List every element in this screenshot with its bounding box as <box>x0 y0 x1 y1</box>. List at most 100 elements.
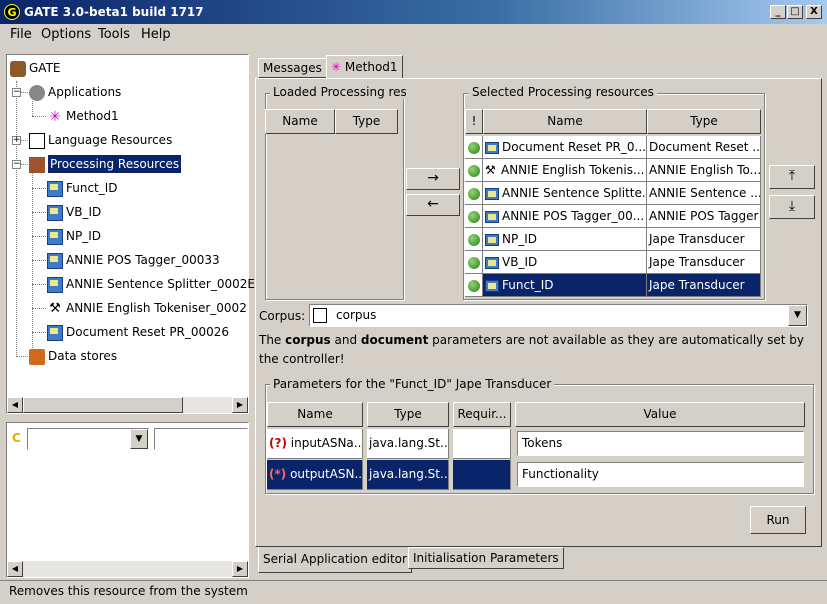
table-row[interactable]: NP_ID <box>483 228 647 251</box>
minimize-button[interactable]: _ <box>770 5 786 19</box>
tab-messages[interactable]: Messages <box>258 58 327 78</box>
transducer-icon <box>47 276 63 293</box>
close-button[interactable]: X <box>806 5 822 19</box>
tree-pr-item[interactable]: ANNIE POS Tagger_00033 <box>47 250 220 270</box>
table-row[interactable]: Funct_ID <box>483 274 647 297</box>
scroll-thumb[interactable] <box>23 397 183 413</box>
params-col-required[interactable]: Requir... <box>453 402 511 427</box>
add-resource-button[interactable]: → <box>406 168 460 190</box>
pr-type-cell: ANNIE English To... <box>647 159 761 182</box>
tree-pr-item[interactable]: ANNIE Sentence Splitter_0002E <box>47 274 255 294</box>
resource-tree[interactable]: GATE − Applications ✳ Method1 + Language … <box>6 54 255 414</box>
status-bar: Removes this resource from the system <box>0 580 827 604</box>
param-required-cell <box>453 460 511 490</box>
scroll-right-icon[interactable]: ▶ <box>232 397 248 413</box>
tree-processing-resources[interactable]: Processing Resources <box>29 154 182 174</box>
table-row[interactable]: (*) outputASN... <box>267 460 363 490</box>
expander-processing-resources[interactable]: − <box>12 160 21 169</box>
chevron-down-icon[interactable]: ▼ <box>788 305 807 326</box>
run-button[interactable]: Run <box>750 506 806 534</box>
c-label: C <box>12 431 21 445</box>
tree-pr-item[interactable]: Funct_ID <box>47 178 118 198</box>
tab-initialisation-parameters[interactable]: Initialisation Parameters <box>408 547 564 569</box>
transducer-icon <box>485 141 499 154</box>
param-value-input[interactable]: Tokens <box>517 431 804 456</box>
remove-resource-button[interactable]: ← <box>406 194 460 216</box>
tree-language-resources[interactable]: Language Resources <box>29 130 172 150</box>
tree-data-stores[interactable]: Data stores <box>29 346 117 366</box>
transducer-icon <box>485 210 499 223</box>
annotation-horizontal-scrollbar[interactable]: ◀ ▶ <box>7 561 248 577</box>
transducer-icon <box>47 204 63 221</box>
tree-pr-item[interactable]: Document Reset PR_00026 <box>47 322 229 342</box>
status-dot-icon <box>467 233 480 246</box>
tab-method1[interactable]: ✳ Method1 <box>326 55 403 79</box>
table-row[interactable]: Document Reset PR_0... <box>483 136 647 159</box>
menu-options[interactable]: Options <box>39 27 93 42</box>
scroll-left-icon[interactable]: ◀ <box>7 397 23 413</box>
window-title: GATE 3.0-beta1 build 1717 <box>24 5 204 19</box>
loaded-col-name[interactable]: Name <box>265 109 335 134</box>
loaded-col-type[interactable]: Type <box>335 109 398 134</box>
annotation-panel: C ▼ ◀ ▶ <box>6 422 249 578</box>
tree-method1[interactable]: ✳ Method1 <box>47 106 119 126</box>
tree-pr-item[interactable]: NP_ID <box>47 226 101 246</box>
gate-app-icon: G <box>4 4 20 20</box>
menu-bar: File Options Tools Help <box>0 24 827 46</box>
tree-applications[interactable]: Applications <box>29 82 121 102</box>
status-dot-icon <box>467 164 480 177</box>
status-dot-icon <box>467 187 480 200</box>
selected-pr-title: Selected Processing resources <box>469 85 657 99</box>
param-required-icon: (*) <box>269 467 287 481</box>
serial-application-editor: Loaded Processing reso Name Type → ← Sel… <box>255 78 822 547</box>
table-row[interactable]: VB_ID <box>483 251 647 274</box>
selected-col-name[interactable]: Name <box>483 109 647 134</box>
menu-tools[interactable]: Tools <box>96 27 132 42</box>
transducer-icon <box>47 252 63 269</box>
annotation-value-field[interactable] <box>154 428 248 450</box>
annotation-type-select[interactable]: ▼ <box>27 428 149 450</box>
selected-col-flag[interactable]: ! <box>465 109 483 134</box>
menu-help[interactable]: Help <box>139 27 173 42</box>
tree-pr-item[interactable]: ⚒ ANNIE English Tokeniser_0002 <box>47 298 247 318</box>
param-type-cell: java.lang.St... <box>367 460 449 490</box>
corpus-icon <box>313 308 327 323</box>
params-note: The corpus and document parameters are n… <box>259 333 804 366</box>
tree-horizontal-scrollbar[interactable]: ◀ ▶ <box>7 397 248 413</box>
corpus-select[interactable]: corpus ▼ <box>309 304 808 327</box>
selected-col-type[interactable]: Type <box>647 109 761 134</box>
expander-applications[interactable]: − <box>12 88 21 97</box>
param-value-input[interactable]: Functionality <box>517 462 804 487</box>
params-col-value[interactable]: Value <box>515 402 805 427</box>
status-dot-icon <box>467 279 480 292</box>
status-dot-icon <box>467 210 480 223</box>
params-col-name[interactable]: Name <box>267 402 363 427</box>
expander-language-resources[interactable]: + <box>12 136 21 145</box>
tree-root-gate[interactable]: GATE <box>10 58 61 78</box>
scroll-right-icon[interactable]: ▶ <box>232 561 248 577</box>
move-down-button[interactable]: ⤓ <box>769 195 815 219</box>
move-up-button[interactable]: ⤒ <box>769 165 815 189</box>
tab-serial-application-editor[interactable]: Serial Application editor <box>258 547 412 573</box>
table-row[interactable]: ANNIE Sentence Splitte... <box>483 182 647 205</box>
maximize-button[interactable]: □ <box>787 5 803 19</box>
pr-status-cell <box>465 205 483 228</box>
status-dot-icon <box>467 141 480 154</box>
params-col-type[interactable]: Type <box>367 402 449 427</box>
chevron-down-icon[interactable]: ▼ <box>130 429 148 449</box>
param-type-cell: java.lang.St... <box>367 429 449 459</box>
title-bar: G GATE 3.0-beta1 build 1717 _ □ X <box>0 0 827 24</box>
transducer-icon <box>47 228 63 245</box>
pr-status-cell <box>465 274 483 297</box>
table-row[interactable]: ⚒ ANNIE English Tokenis... <box>483 159 647 182</box>
menu-file[interactable]: File <box>8 27 34 42</box>
table-row[interactable]: ANNIE POS Tagger_00... <box>483 205 647 228</box>
transducer-icon <box>485 187 499 200</box>
pr-type-cell: ANNIE POS Tagger <box>647 205 761 228</box>
param-required-cell <box>453 429 511 459</box>
tree-pr-item[interactable]: VB_ID <box>47 202 101 222</box>
pr-type-cell: Jape Transducer <box>647 274 761 297</box>
scroll-left-icon[interactable]: ◀ <box>7 561 23 577</box>
table-row[interactable]: (?) inputASNa... <box>267 429 363 459</box>
atom-icon: ✳ <box>331 60 342 74</box>
